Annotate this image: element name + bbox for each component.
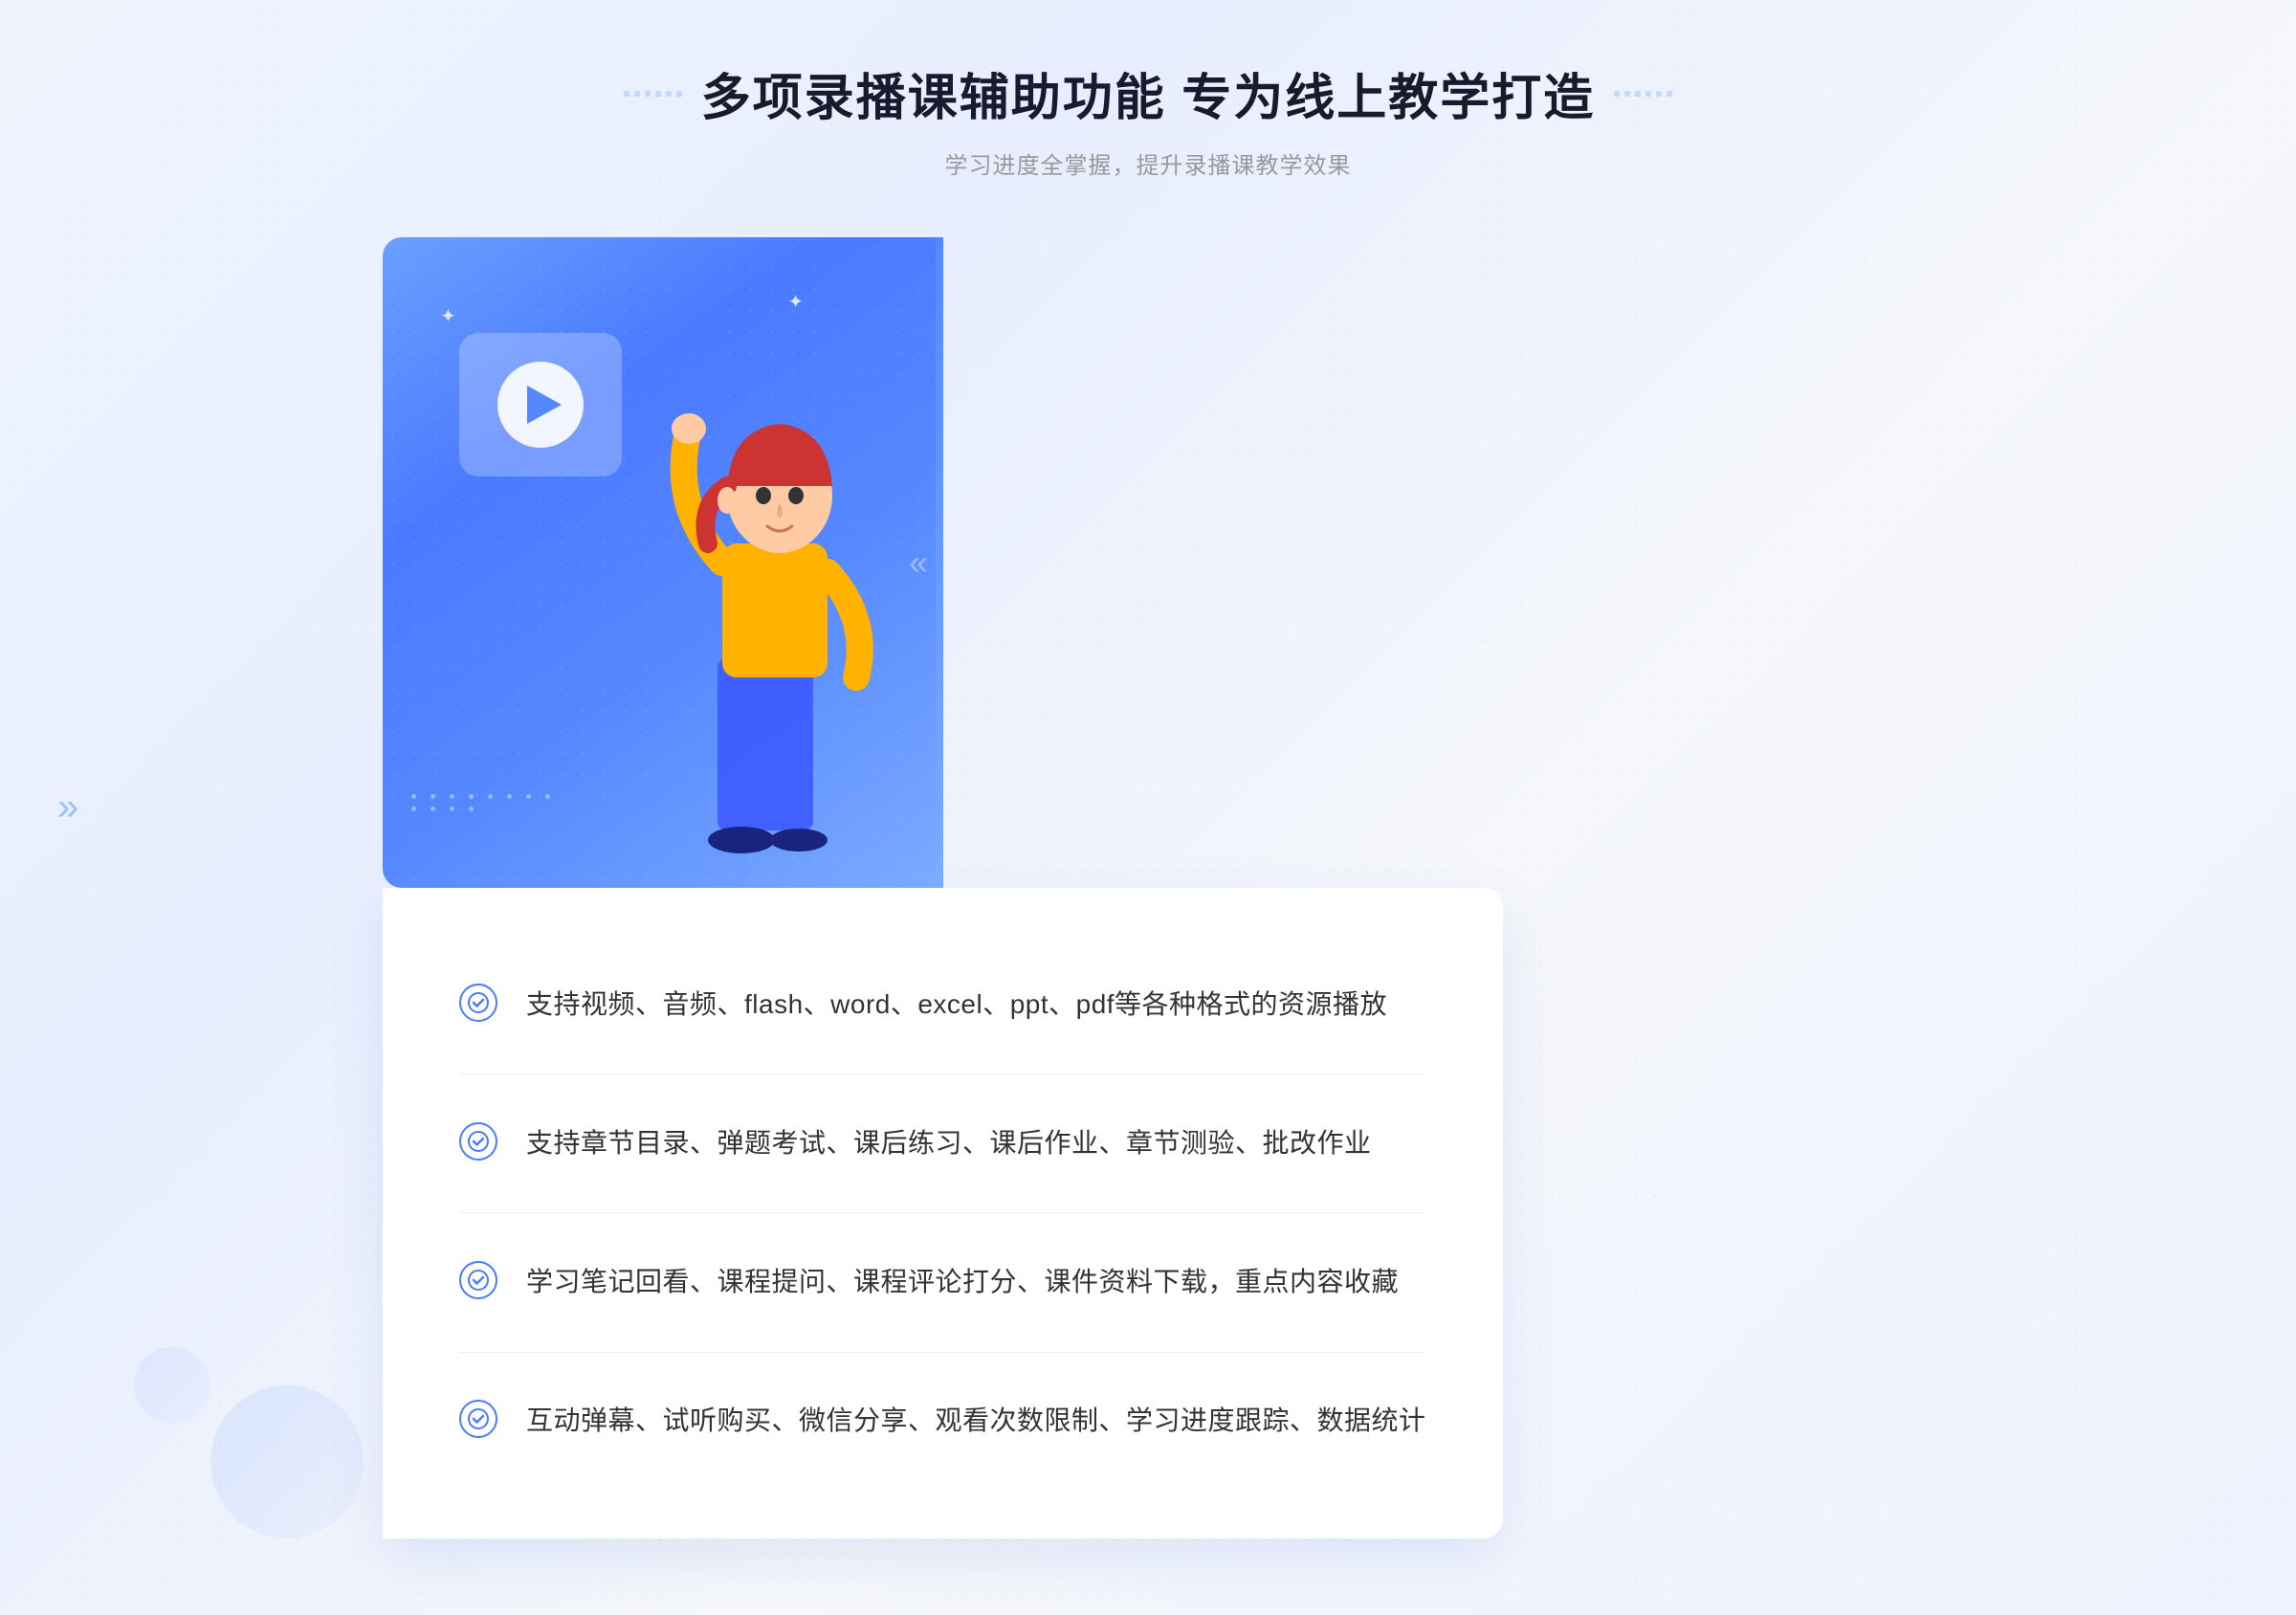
- check-icon-1: [459, 984, 497, 1022]
- title-deco-right: [1614, 91, 1672, 97]
- title-deco-left: [624, 91, 682, 97]
- content-section: ✦ ✦: [383, 237, 1913, 1538]
- feature-text-2: 支持章节目录、弹题考试、课后练习、课后作业、章节测验、批改作业: [526, 1122, 1372, 1165]
- check-icon-4: [459, 1400, 497, 1438]
- check-icon-3: [459, 1261, 497, 1299]
- title-row: 多项录播课辅助功能 专为线上教学打造: [624, 57, 1672, 129]
- page-title: 多项录播课辅助功能 专为线上教学打造: [701, 57, 1595, 129]
- arrows-left-icon: »: [57, 786, 78, 830]
- check-icon-2: [459, 1122, 497, 1161]
- content-wrapper: ✦ ✦: [383, 237, 1503, 1538]
- page-container: » 多项录播课辅助功能 专为线上教学打造 学习进度全掌握，提升录播课教学效: [0, 0, 2296, 1615]
- divider-1: [459, 1073, 1426, 1074]
- deco-circle-small: [134, 1347, 210, 1424]
- feature-text-3: 学习笔记回看、课程提问、课程评论打分、课件资料下载，重点内容收藏: [526, 1261, 1399, 1304]
- feature-item-2: 支持章节目录、弹题考试、课后练习、课后作业、章节测验、批改作业: [459, 1122, 1426, 1165]
- play-triangle: [527, 386, 562, 424]
- divider-3: [459, 1352, 1426, 1353]
- features-panel: 支持视频、音频、flash、word、excel、ppt、pdf等各种格式的资源…: [383, 888, 1503, 1538]
- deco-circle-large: [210, 1385, 364, 1538]
- panel-stripe: [936, 237, 943, 888]
- person-figure: [612, 352, 918, 888]
- page-subtitle: 学习进度全掌握，提升录播课教学效果: [624, 146, 1672, 180]
- feature-item-1: 支持视频、音频、flash、word、excel、ppt、pdf等各种格式的资源…: [459, 984, 1426, 1027]
- illustration-area: ✦ ✦: [383, 237, 938, 888]
- illustration-bg: ✦ ✦: [383, 237, 938, 888]
- play-icon: [497, 362, 584, 448]
- play-bubble: [459, 333, 622, 476]
- sparkle-icon-2: ✦: [787, 290, 804, 314]
- divider-2: [459, 1212, 1426, 1213]
- feature-item-3: 学习笔记回看、课程提问、课程评论打分、课件资料下载，重点内容收藏: [459, 1261, 1426, 1304]
- feature-text-4: 互动弹幕、试听购买、微信分享、观看次数限制、学习进度跟踪、数据统计: [526, 1400, 1426, 1443]
- header-section: 多项录播课辅助功能 专为线上教学打造 学习进度全掌握，提升录播课教学效果: [624, 57, 1672, 180]
- sparkle-icon-1: ✦: [440, 304, 456, 328]
- feature-item-4: 互动弹幕、试听购买、微信分享、观看次数限制、学习进度跟踪、数据统计: [459, 1400, 1426, 1443]
- feature-text-1: 支持视频、音频、flash、word、excel、ppt、pdf等各种格式的资源…: [526, 984, 1387, 1027]
